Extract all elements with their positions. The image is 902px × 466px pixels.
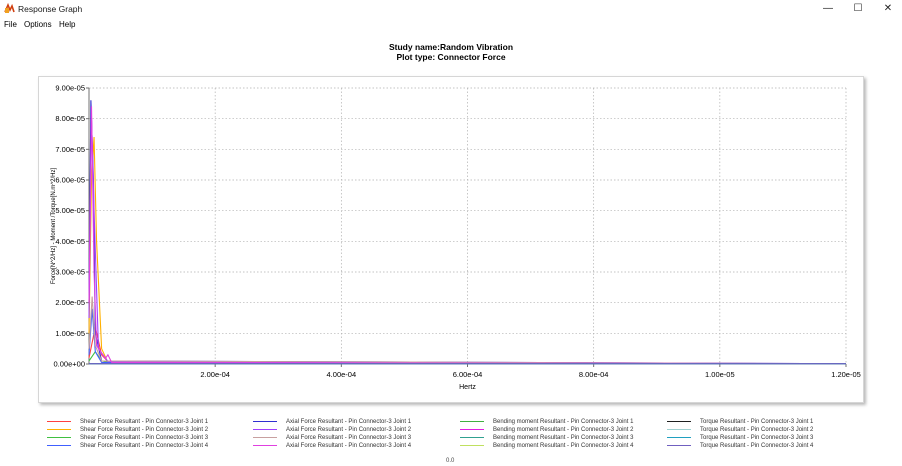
y-tick-label: 3.00e-05 (55, 268, 85, 277)
x-tick-label: 4.00e-04 (327, 370, 357, 379)
x-tick-label: 2.00e-04 (200, 370, 230, 379)
legend-swatch (667, 421, 691, 422)
y-tick-label: 4.00e-05 (55, 237, 85, 246)
legend-label: Bending moment Resultant - Pin Connector… (493, 443, 634, 449)
legend-swatch (460, 445, 484, 446)
legend-label: Axial Force Resultant - Pin Connector-3 … (286, 435, 412, 441)
legend-label: Shear Force Resultant - Pin Connector-3 … (80, 419, 209, 425)
legend-swatch (253, 421, 277, 422)
legend-swatch (47, 437, 71, 438)
legend-label: Torque Resultant - Pin Connector-3 Joint… (700, 427, 814, 433)
y-tick-label: 8.00e-05 (55, 114, 85, 123)
legend-label: Torque Resultant - Pin Connector-3 Joint… (700, 435, 814, 441)
legend-swatch (667, 429, 691, 430)
legend-label: Bending moment Resultant - Pin Connector… (493, 435, 634, 441)
legend-label: Shear Force Resultant - Pin Connector-3 … (80, 443, 209, 449)
x-tick-label: 1.00e-05 (705, 370, 735, 379)
legend-label: Axial Force Resultant - Pin Connector-3 … (286, 443, 412, 449)
y-tick-label: 9.00e-05 (55, 84, 85, 93)
legend-swatch (253, 437, 277, 438)
footer-text: 0.0 (446, 458, 455, 464)
legend-swatch (460, 429, 484, 430)
x-tick-label: 1.20e-05 (831, 370, 861, 379)
legend-swatch (667, 437, 691, 438)
y-tick-label: 0.00e+00 (54, 360, 86, 369)
x-tick-label: 8.00e-04 (579, 370, 609, 379)
legend-label: Bending moment Resultant - Pin Connector… (493, 427, 634, 433)
y-tick-label: 6.00e-05 (55, 176, 85, 185)
legend-label: Axial Force Resultant - Pin Connector-3 … (286, 419, 412, 425)
y-tick-label: 1.00e-05 (55, 329, 85, 338)
legend-swatch (253, 429, 277, 430)
legend-label: Shear Force Resultant - Pin Connector-3 … (80, 435, 209, 441)
legend-label: Axial Force Resultant - Pin Connector-3 … (286, 427, 412, 433)
x-axis-label: Hertz (459, 384, 476, 391)
legend-swatch (47, 445, 71, 446)
y-tick-label: 5.00e-05 (55, 206, 85, 215)
legend-swatch (460, 421, 484, 422)
legend-label: Shear Force Resultant - Pin Connector-3 … (80, 427, 209, 433)
legend-swatch (667, 445, 691, 446)
legend-swatch (460, 437, 484, 438)
y-axis-label: Force[N^2/Hz] - Moment /Torque[N.m^2/Hz] (51, 168, 57, 285)
legend-label: Bending moment Resultant - Pin Connector… (493, 419, 634, 425)
legend-label: Torque Resultant - Pin Connector-3 Joint… (700, 419, 814, 425)
x-tick-label: 6.00e-04 (453, 370, 483, 379)
legend-swatch (47, 421, 71, 422)
legend-swatch (253, 445, 277, 446)
legend-label: Torque Resultant - Pin Connector-3 Joint… (700, 443, 814, 449)
y-tick-label: 7.00e-05 (55, 145, 85, 154)
legend-swatch (47, 429, 71, 430)
y-tick-label: 2.00e-05 (55, 298, 85, 307)
response-chart: 0.00e+00 1.00e-05 2.00e-05 3.00e-05 4.00e-05… (51, 84, 861, 392)
